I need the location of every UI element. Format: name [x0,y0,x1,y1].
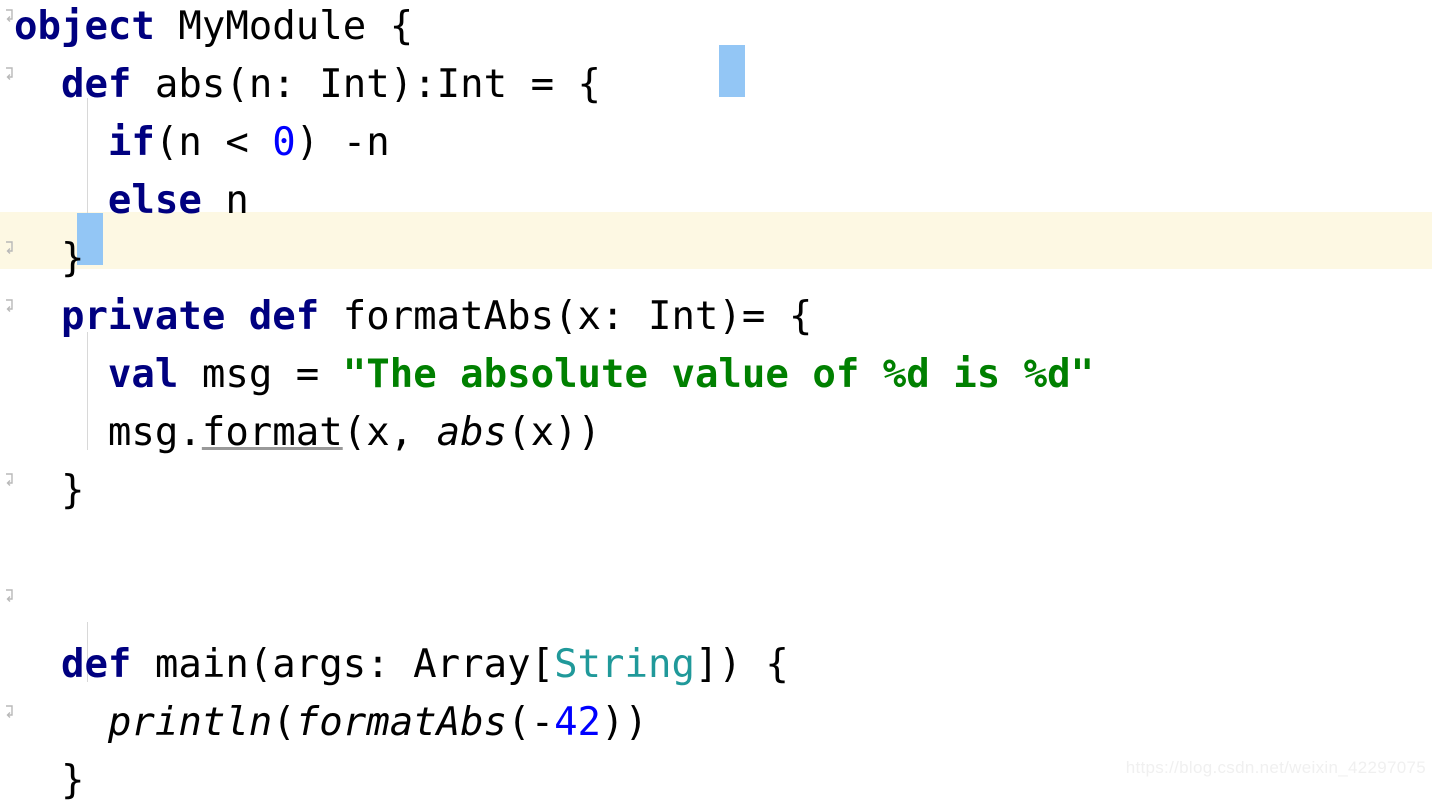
fold-arrow-icon[interactable] [3,240,17,254]
code-token: val [107,352,179,397]
code-token: object [14,4,155,49]
code-token: } [60,236,85,281]
code-token: def [60,642,132,687]
code-text-layer[interactable]: object MyModule { def abs(n: Int):Int = … [0,0,1432,803]
code-token: ]) { [694,642,789,687]
code-token: 42 [554,700,602,745]
code-line[interactable]: else n [14,172,1432,230]
code-token: String [554,642,695,687]
fold-arrow-icon[interactable] [3,588,17,602]
fold-arrow-icon[interactable] [3,8,17,22]
code-token: abs [436,410,508,455]
code-token: println [107,700,273,745]
code-line[interactable]: object MyModule { [14,0,1432,56]
code-editor[interactable]: object MyModule { def abs(n: Int):Int = … [0,0,1432,803]
code-line[interactable]: msg.format(x, abs(x)) [14,404,1432,462]
code-token: n [201,178,249,223]
code-token: else [107,178,202,223]
fold-arrow-icon[interactable] [3,298,17,312]
code-line[interactable] [14,578,1432,636]
code-token: private def [60,294,320,339]
code-token: ) -n [295,120,390,165]
editor-gutter[interactable] [0,0,22,782]
code-token: (- [507,700,555,745]
code-token: msg. [107,410,202,455]
watermark: https://blog.csdn.net/weixin_42297075 [1125,758,1426,777]
code-token: "The absolute value of %d is %d" [342,352,1095,397]
code-token: (x)) [507,410,602,455]
code-token: { [577,62,602,107]
code-token: msg = [178,352,343,397]
fold-arrow-icon[interactable] [3,472,17,486]
code-line[interactable]: } [14,230,1432,288]
code-line[interactable]: println(formatAbs(-42)) [14,694,1432,752]
code-token: formatAbs [295,700,508,745]
code-line[interactable]: def main(args: Array[String]) { [14,636,1432,694]
code-token: )) [601,700,649,745]
code-line[interactable]: } [14,462,1432,520]
code-token: 0 [272,120,296,165]
code-token: formatAbs(x: Int)= { [319,294,813,339]
code-token: format [201,410,343,455]
code-line[interactable] [14,520,1432,578]
fold-arrow-icon[interactable] [3,704,17,718]
code-token: (x, [342,410,437,455]
code-line[interactable]: private def formatAbs(x: Int)= { [14,288,1432,346]
code-token: } [60,468,85,513]
code-token: if [107,120,155,165]
code-token: MyModule { [154,4,414,49]
code-token: main(args: Array[ [131,642,555,687]
code-token: def [60,62,132,107]
code-token: abs(n: Int):Int = [131,62,578,107]
code-line[interactable]: def abs(n: Int):Int = { [14,56,1432,114]
code-token: ( [272,700,296,745]
fold-arrow-icon[interactable] [3,66,17,80]
code-line[interactable]: val msg = "The absolute value of %d is %… [14,346,1432,404]
code-line[interactable]: if(n < 0) -n [14,114,1432,172]
code-token: } [60,758,85,803]
code-token: (n < [154,120,273,165]
